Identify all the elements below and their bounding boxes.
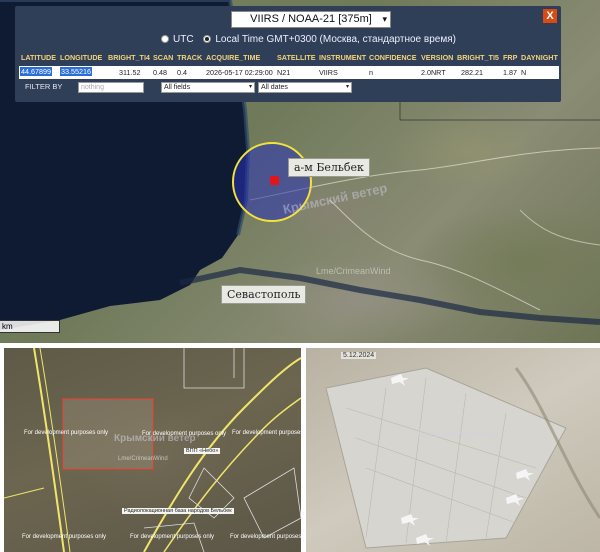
table-cell-latitude[interactable]: 44.67899 xyxy=(20,67,52,76)
airfield-apron xyxy=(325,367,600,549)
top-map[interactable]: а-м Бельбек Севастополь Крымский ветер L… xyxy=(0,0,600,343)
radio-icon xyxy=(161,35,169,43)
column-header: LATITUDE xyxy=(21,53,56,62)
filter-field-select[interactable]: All fields ▾ xyxy=(161,82,255,93)
dev-purposes-text: For development purposes only xyxy=(230,534,301,540)
map-attribution: Lme/CrimeanWind xyxy=(118,456,168,462)
column-header: BRIGHT_TI5 xyxy=(457,53,499,62)
table-header-row: LATITUDE LONGITUDE BRIGHT_TI4 SCAN TRACK… xyxy=(19,50,559,67)
fire-detection-marker[interactable] xyxy=(270,176,279,185)
dev-purposes-text: For development purposes only xyxy=(130,534,215,540)
table-cell: 282.21 xyxy=(461,68,483,77)
watermark: Крымский ветер xyxy=(418,429,500,440)
dev-purposes-text: For development purposes only xyxy=(24,430,109,436)
detail-map-left[interactable]: For development purposes only For develo… xyxy=(4,348,301,552)
table-cell: 1.87 xyxy=(503,68,517,77)
chevron-down-icon: ▾ xyxy=(345,84,349,90)
column-header: FRP xyxy=(503,53,518,62)
filter-date-select-value: All dates xyxy=(261,84,288,91)
satellite-photo-right: 5.12.2024 Крымский ветер xyxy=(306,348,600,552)
table-cell: N21 xyxy=(277,68,291,77)
radio-selected-icon xyxy=(203,35,212,43)
sensor-select[interactable]: VIIRS / NOAA-21 [375m] ▾ xyxy=(231,11,391,28)
table-cell: n xyxy=(369,68,373,77)
column-header: ACQUIRE_TIME xyxy=(206,53,261,62)
airfield-label: а-м Бельбек xyxy=(288,158,370,177)
table-cell: 2026-05-17 02:29:00 xyxy=(206,68,273,77)
column-header: TRACK xyxy=(177,53,203,62)
fire-info-panel: VIIRS / NOAA-21 [375m] ▾ X UTC Local Tim… xyxy=(15,6,561,102)
column-header: SCAN xyxy=(153,53,174,62)
filter-date-select[interactable]: All dates ▾ xyxy=(258,82,352,93)
close-button[interactable]: X xyxy=(543,9,557,23)
table-cell-longitude[interactable]: 33.55216 xyxy=(60,67,92,76)
column-header: VERSION xyxy=(421,53,454,62)
map-scale-bar: km xyxy=(0,320,60,333)
filter-label: FILTER BY xyxy=(25,82,63,91)
table-cell: 0.4 xyxy=(177,68,187,77)
filter-field-select-value: All fields xyxy=(164,84,191,91)
column-header: LONGITUDE xyxy=(60,53,103,62)
table-cell: 0.48 xyxy=(153,68,167,77)
dev-purposes-text: For development purposes only xyxy=(232,430,301,436)
map-place-label: Радиолокационная база народов Бельбек xyxy=(122,508,234,514)
filter-input[interactable]: nothing xyxy=(78,82,144,93)
timezone-toggle: UTC Local Time GMT+0300 (Москва, стандар… xyxy=(161,34,463,45)
utc-option[interactable]: UTC xyxy=(161,34,194,45)
column-header: DAYNIGHT xyxy=(521,53,558,62)
city-label: Севастополь xyxy=(221,285,307,304)
column-header: SATELLITE xyxy=(277,53,316,62)
map-attribution: Lme/CrimeanWind xyxy=(316,266,391,276)
table-cell: VIIRS xyxy=(319,68,338,77)
local-time-option[interactable]: Local Time GMT+0300 (Москва, стандартное… xyxy=(203,34,456,45)
image-date-label: 5.12.2024 xyxy=(341,352,377,359)
column-header: INSTRUMENT xyxy=(319,53,367,62)
watermark: Крымский ветер xyxy=(114,433,196,444)
sensor-select-value: VIIRS / NOAA-21 [375m] xyxy=(250,13,372,25)
table-cell: 2.0NRT xyxy=(421,68,446,77)
column-header: BRIGHT_TI4 xyxy=(108,53,150,62)
column-header: CONFIDENCE xyxy=(369,53,417,62)
table-row[interactable]: 44.67899 33.55216 311.52 0.48 0.4 2026-0… xyxy=(19,66,559,79)
chevron-down-icon: ▾ xyxy=(382,14,387,24)
dev-purposes-text: For development purposes only xyxy=(22,534,107,540)
table-cell: N xyxy=(521,68,527,77)
table-cell: 311.52 xyxy=(119,68,141,77)
map-place-label: ВПП «Небо» xyxy=(184,448,221,454)
chevron-down-icon: ▾ xyxy=(248,84,252,90)
